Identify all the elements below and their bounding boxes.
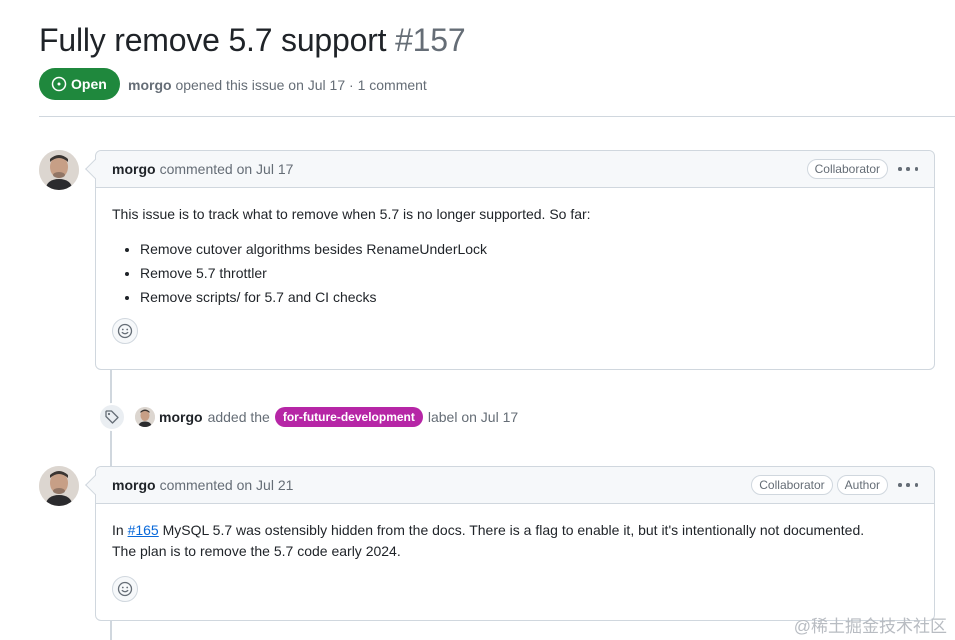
list-item: Remove 5.7 throttler [140, 263, 918, 284]
list-item: Remove scripts/ for 5.7 and CI checks [140, 287, 918, 308]
comment-author[interactable]: morgo [112, 161, 156, 177]
comment-body: In #165 MySQL 5.7 was ostensibly hidden … [96, 504, 934, 618]
issue-title-text: Fully remove 5.7 support [39, 22, 387, 58]
issue-meta: morgo opened this issue on Jul 17 · 1 co… [128, 77, 427, 93]
issue-open-icon [51, 76, 67, 92]
tag-icon [98, 403, 126, 431]
list-item: Remove cutover algorithms besides Rename… [140, 239, 918, 260]
comment-header-actions: Collaborator Author [751, 475, 918, 495]
issue-meta-text: opened this issue on Jul 17 · 1 comment [175, 77, 427, 93]
comment-date[interactable]: commented on Jul 17 [160, 161, 294, 177]
comment: morgo commented on Jul 21 Collaborator A… [85, 466, 935, 621]
comment-author[interactable]: morgo [112, 477, 156, 493]
collaborator-badge: Collaborator [806, 159, 888, 179]
comment-body: This issue is to track what to remove wh… [96, 188, 934, 360]
event-action: added the [207, 409, 270, 425]
issue-title: Fully remove 5.7 support #157 [39, 22, 466, 59]
comment-header-actions: Collaborator [806, 159, 918, 179]
issue-author-link[interactable]: morgo [128, 77, 172, 93]
comment-text-prefix: In [112, 522, 128, 538]
comment-options-icon[interactable] [898, 483, 918, 487]
comment-arrow [85, 475, 105, 495]
comment: morgo commented on Jul 17 Collaborator T… [85, 150, 935, 370]
comment-date[interactable]: commented on Jul 21 [160, 477, 294, 493]
avatar[interactable] [39, 150, 79, 190]
event-suffix: label on Jul 17 [427, 409, 519, 425]
watermark: @稀土掘金技术社区 [793, 617, 947, 636]
comment-options-icon[interactable] [898, 167, 918, 171]
issue-number: #157 [395, 22, 466, 58]
comment-text-line2: The plan is to remove the 5.7 code early… [112, 543, 401, 559]
smiley-icon [117, 581, 133, 597]
issue-link-165[interactable]: #165 [128, 522, 159, 538]
author-badge: Author [836, 475, 888, 495]
add-reaction-button[interactable] [112, 576, 138, 602]
collaborator-badge: Collaborator [751, 475, 833, 495]
label-for-future-development[interactable]: for-future-development [274, 407, 423, 427]
comment-text: This issue is to track what to remove wh… [112, 206, 591, 222]
smiley-icon [117, 323, 133, 339]
todo-list: Remove cutover algorithms besides Rename… [112, 239, 918, 308]
event-actor[interactable]: morgo [159, 409, 203, 425]
comment-arrow [85, 159, 105, 179]
comment-header: morgo commented on Jul 17 Collaborator [85, 151, 934, 188]
avatar[interactable] [39, 466, 79, 506]
issue-state-label: Open [71, 76, 107, 92]
issue-state-badge: Open [39, 68, 120, 100]
avatar[interactable] [135, 407, 155, 427]
label-event: morgo added the for-future-development l… [98, 403, 518, 431]
add-reaction-button[interactable] [112, 318, 138, 344]
header-divider [39, 116, 955, 117]
comment-text-rest: MySQL 5.7 was ostensibly hidden from the… [158, 522, 865, 538]
comment-text: In #165 MySQL 5.7 was ostensibly hidden … [112, 520, 918, 562]
timeline-line [110, 620, 112, 640]
comment-header: morgo commented on Jul 21 Collaborator A… [85, 467, 934, 504]
